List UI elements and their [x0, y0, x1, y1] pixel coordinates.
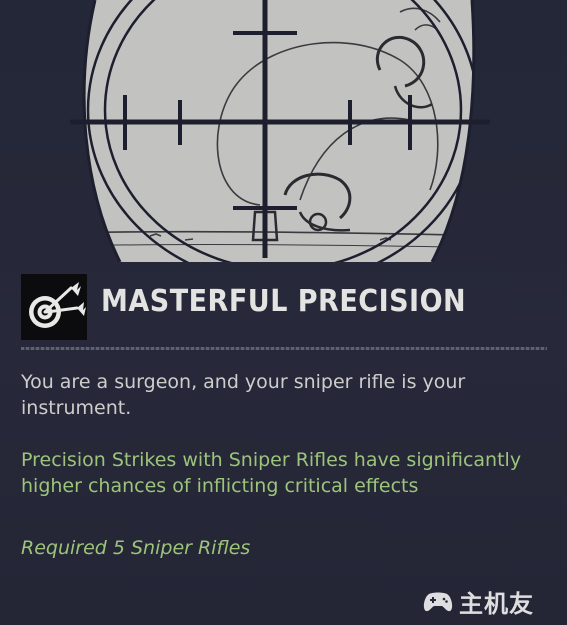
perk-title: MASTERFUL PRECISION: [101, 284, 467, 319]
scope-lens: [84, 0, 474, 262]
watermark: 主机友: [423, 584, 534, 619]
divider: [21, 347, 547, 350]
sniper-scope-illustration: [70, 0, 490, 262]
watermark-text: 主机友: [459, 590, 534, 618]
gamepad-icon: [423, 592, 453, 611]
perk-requirement: Required 5 Sniper Rifles: [21, 537, 251, 559]
perk-description: You are a surgeon, and your sniper rifle…: [21, 371, 466, 419]
target-with-arrows-icon: [21, 274, 87, 340]
perk-card: MASTERFUL PRECISION You are a surgeon, a…: [0, 0, 567, 625]
perk-effect: Precision Strikes with Sniper Rifles hav…: [21, 449, 522, 497]
